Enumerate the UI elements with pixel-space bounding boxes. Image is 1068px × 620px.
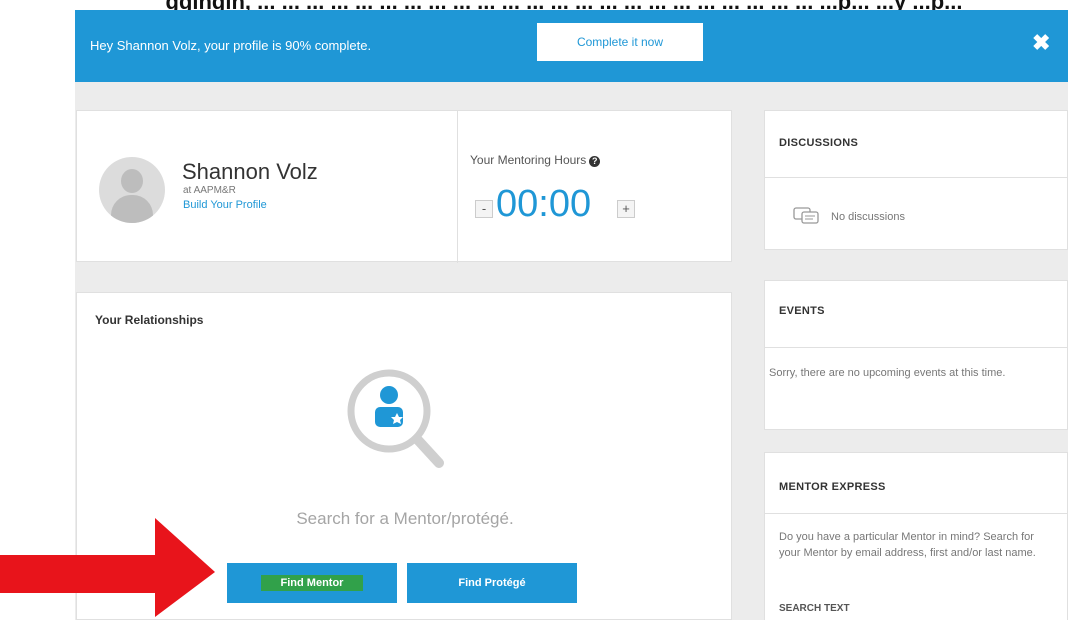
search-text-label: SEARCH TEXT (779, 603, 850, 614)
find-mentor-label: Find Mentor (260, 575, 364, 591)
find-mentor-button[interactable]: Find Mentor (227, 563, 397, 603)
no-discussions-text: No discussions (831, 211, 905, 223)
discussions-title: DISCUSSIONS (779, 137, 859, 149)
mentor-express-title: MENTOR EXPRESS (779, 481, 886, 493)
events-panel: EVENTS Sorry, there are no upcoming even… (764, 280, 1068, 430)
find-protege-button[interactable]: Find Protégé (407, 563, 577, 603)
profile-card: Shannon Volz at AAPM&R Build Your Profil… (76, 110, 732, 263)
events-title: EVENTS (779, 305, 825, 317)
build-profile-link[interactable]: Build Your Profile (183, 199, 267, 211)
no-events-text: Sorry, there are no upcoming events at t… (769, 367, 1006, 379)
profile-organization: at AAPM&R (183, 185, 236, 196)
app-window: Hey Shannon Volz, your profile is 90% co… (75, 10, 1068, 620)
divider (765, 347, 1068, 348)
profile-name: Shannon Volz (182, 159, 318, 184)
red-arrow-annotation (0, 518, 215, 617)
mentoring-hours-label: Your Mentoring Hours? (470, 153, 601, 167)
banner-message: Hey Shannon Volz, your profile is 90% co… (90, 38, 372, 53)
mentoring-hours-label-text: Your Mentoring Hours (470, 153, 587, 167)
help-icon[interactable]: ? (589, 156, 601, 167)
divider (765, 177, 1068, 178)
chat-bubbles-icon (793, 207, 819, 224)
complete-profile-button[interactable]: Complete it now (537, 23, 703, 61)
avatar[interactable] (99, 157, 165, 223)
mentoring-hours-value: 00:00 (496, 183, 592, 225)
profile-completion-banner: Hey Shannon Volz, your profile is 90% co… (75, 10, 1068, 82)
mentor-express-panel: MENTOR EXPRESS Do you have a particular … (764, 452, 1068, 620)
increase-hours-button[interactable]: + (617, 200, 635, 218)
divider (457, 111, 458, 263)
mentor-express-description: Do you have a particular Mentor in mind?… (779, 531, 1036, 559)
search-person-icon (347, 369, 444, 468)
decrease-hours-button[interactable]: - (475, 200, 493, 218)
relationships-title: Your Relationships (95, 313, 204, 327)
avatar-head-shape (121, 169, 143, 193)
divider (765, 513, 1068, 514)
discussions-panel: DISCUSSIONS No discussions (764, 110, 1068, 250)
close-icon[interactable]: ✖ (1032, 30, 1050, 56)
avatar-body-shape (111, 195, 153, 223)
